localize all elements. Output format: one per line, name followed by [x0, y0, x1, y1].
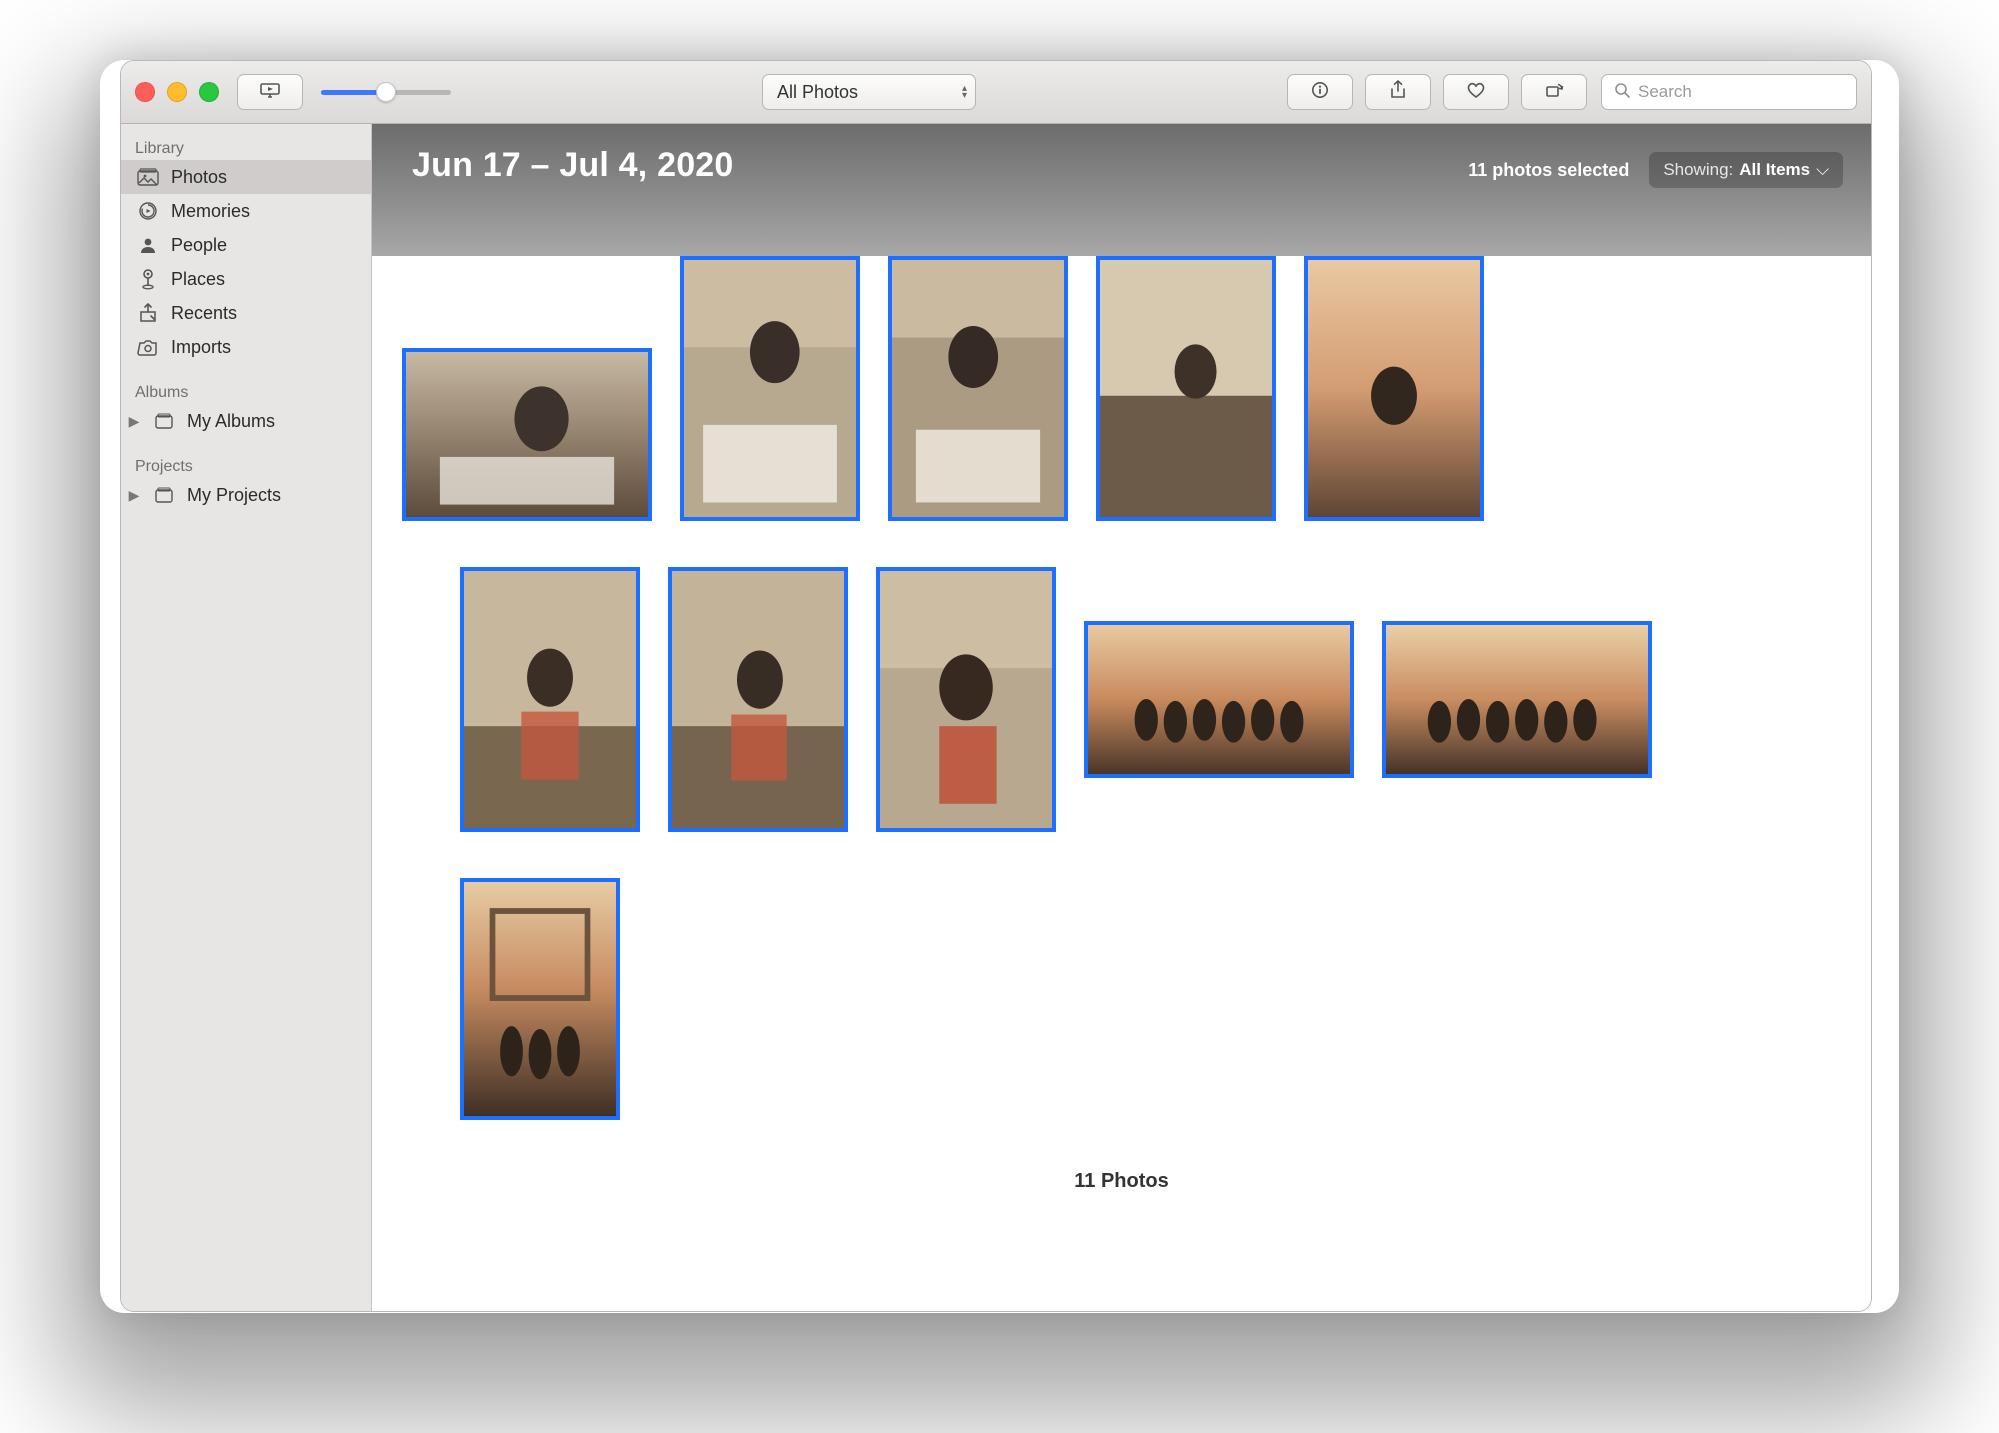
project-stack-icon	[153, 484, 175, 506]
sidebar-item-label: Places	[171, 269, 225, 290]
updown-icon: ▴▾	[962, 85, 967, 99]
showing-label: Showing:	[1663, 160, 1733, 180]
sidebar-item-label: Memories	[171, 201, 250, 222]
photos-app-window: { "toolbar": { "view_mode_label": "All P…	[120, 60, 1872, 1312]
toolbar: All Photos ▴▾	[121, 61, 1871, 124]
sidebar-item-my-albums[interactable]: ▶ My Albums	[121, 404, 371, 438]
imports-icon	[137, 336, 159, 358]
view-mode-popup[interactable]: All Photos ▴▾	[762, 74, 976, 110]
sidebar-item-places[interactable]: Places	[121, 262, 371, 296]
sidebar-item-label: My Albums	[187, 411, 275, 432]
sidebar-item-label: My Projects	[187, 485, 281, 506]
photo-thumbnail[interactable]	[876, 567, 1056, 832]
search-icon	[1614, 82, 1630, 103]
photo-grid	[402, 256, 1841, 1144]
photo-thumbnail[interactable]	[402, 348, 652, 521]
zoom-slider[interactable]	[321, 90, 451, 95]
sidebar-section-projects: Projects	[121, 452, 371, 478]
sidebar-item-label: People	[171, 235, 227, 256]
sidebar-item-label: Imports	[171, 337, 231, 358]
slideshow-button[interactable]	[237, 74, 303, 110]
fullscreen-window-button[interactable]	[199, 82, 219, 102]
photo-thumbnail[interactable]	[888, 256, 1068, 521]
sidebar-section-albums: Albums	[121, 378, 371, 404]
photo-thumbnail[interactable]	[460, 878, 620, 1120]
rotate-icon	[1544, 81, 1564, 104]
slideshow-icon	[260, 82, 280, 103]
sidebar-item-my-projects[interactable]: ▶ My Projects	[121, 478, 371, 512]
share-button[interactable]	[1365, 74, 1431, 110]
photo-thumbnail[interactable]	[1096, 256, 1276, 521]
sidebar-item-label: Photos	[171, 167, 227, 188]
photos-icon	[137, 166, 159, 188]
disclosure-triangle-icon[interactable]: ▶	[127, 487, 141, 504]
photo-thumbnail[interactable]	[668, 567, 848, 832]
photo-thumbnail[interactable]	[460, 567, 640, 832]
sidebar-item-imports[interactable]: Imports	[121, 330, 371, 364]
sidebar-item-recents[interactable]: Recents	[121, 296, 371, 330]
heart-icon	[1466, 81, 1486, 104]
sidebar-item-photos[interactable]: Photos	[121, 160, 371, 194]
photo-thumbnail[interactable]	[680, 256, 860, 521]
body: Library Photos Memories	[121, 124, 1871, 1311]
minimize-window-button[interactable]	[167, 82, 187, 102]
recents-icon	[137, 302, 159, 324]
showing-value: All Items	[1739, 160, 1810, 180]
photo-grid-scroll[interactable]: 11 Photos	[372, 256, 1871, 1311]
close-window-button[interactable]	[135, 82, 155, 102]
sidebar-item-memories[interactable]: Memories	[121, 194, 371, 228]
disclosure-triangle-icon[interactable]: ▶	[127, 413, 141, 430]
sidebar-item-label: Recents	[171, 303, 237, 324]
photo-thumbnail[interactable]	[1304, 256, 1484, 521]
memories-icon	[137, 200, 159, 222]
main-content: Jun 17 – Jul 4, 2020 11 photos selected …	[372, 124, 1871, 1311]
rotate-button[interactable]	[1521, 74, 1587, 110]
view-mode-label: All Photos	[777, 82, 858, 103]
search-field[interactable]: Search	[1601, 74, 1857, 110]
window-controls	[135, 82, 219, 102]
photo-count: 11 Photos	[402, 1144, 1841, 1203]
photo-thumbnail[interactable]	[1084, 621, 1354, 778]
places-icon	[137, 268, 159, 290]
info-icon	[1311, 81, 1329, 104]
share-icon	[1389, 80, 1407, 105]
selection-count: 11 photos selected	[1468, 160, 1629, 181]
sidebar-item-people[interactable]: People	[121, 228, 371, 262]
photo-thumbnail[interactable]	[1382, 621, 1652, 778]
date-range-title: Jun 17 – Jul 4, 2020	[412, 146, 734, 185]
search-placeholder: Search	[1638, 82, 1692, 102]
sidebar: Library Photos Memories	[121, 124, 372, 1311]
album-stack-icon	[153, 410, 175, 432]
chevron-down-icon: ⌵	[1816, 160, 1829, 180]
toolbar-action-cluster	[1287, 74, 1587, 110]
sidebar-section-library: Library	[121, 134, 371, 160]
people-icon	[137, 234, 159, 256]
info-button[interactable]	[1287, 74, 1353, 110]
showing-filter-button[interactable]: Showing: All Items ⌵	[1649, 152, 1843, 188]
favorite-button[interactable]	[1443, 74, 1509, 110]
